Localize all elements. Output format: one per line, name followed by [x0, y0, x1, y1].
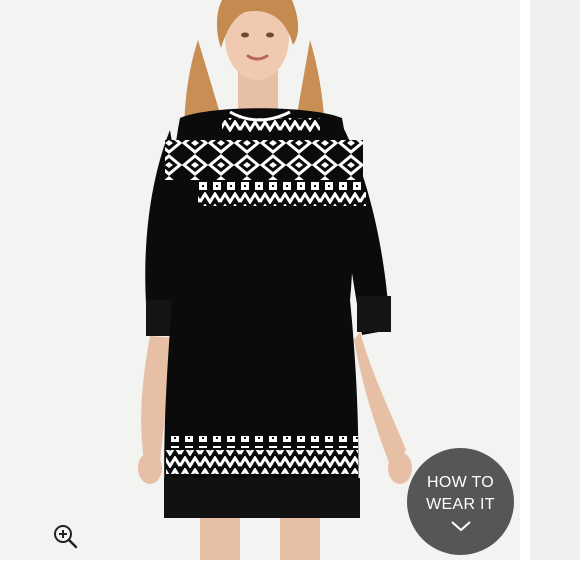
how-to-wear-it-button[interactable]: HOW TO WEAR IT [407, 448, 514, 555]
zoom-in-icon [54, 525, 78, 549]
chevron-down-icon [450, 520, 471, 531]
zoom-button[interactable] [52, 523, 78, 549]
product-image-viewer[interactable]: HOW TO WEAR IT [0, 0, 520, 560]
next-image-preview[interactable] [530, 0, 580, 560]
how-to-label-line2: WEAR IT [426, 495, 495, 513]
how-to-label-line1: HOW TO [427, 473, 494, 491]
